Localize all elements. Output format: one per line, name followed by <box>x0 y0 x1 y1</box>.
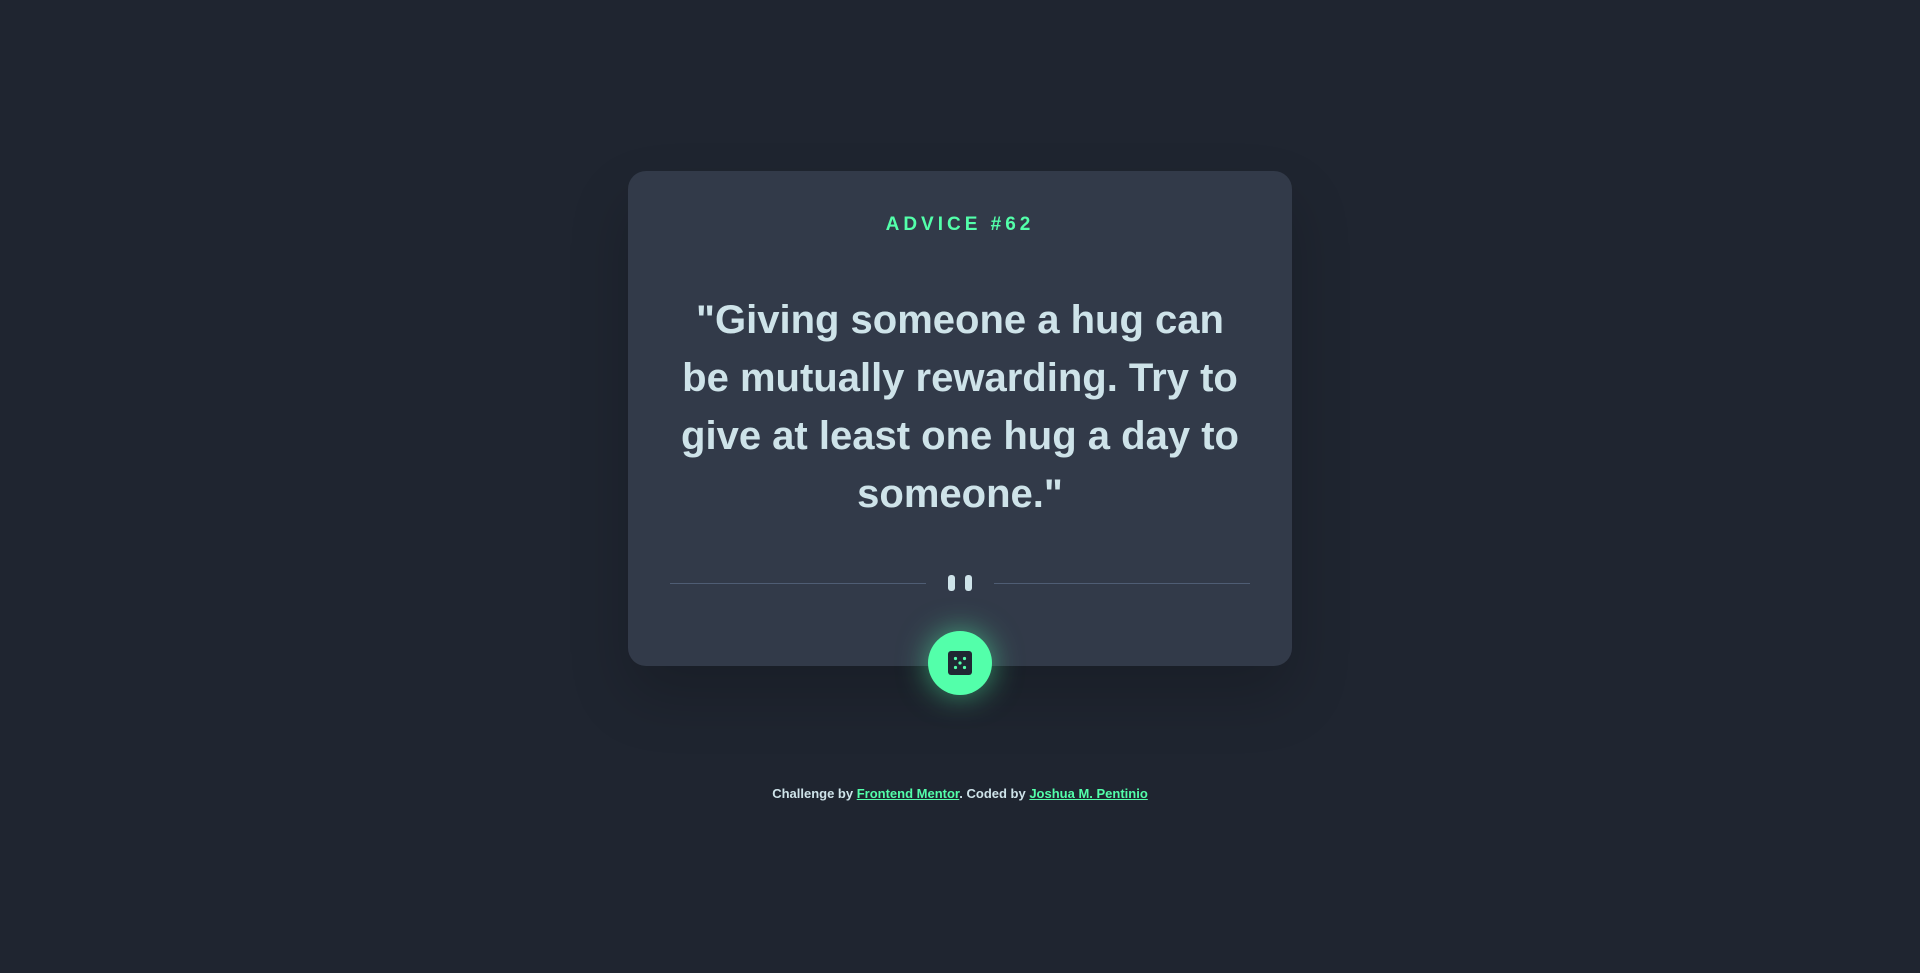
divider <box>670 575 1250 591</box>
new-advice-button[interactable] <box>928 631 992 695</box>
advice-quote: "Giving someone a hug can be mutually re… <box>681 298 1239 516</box>
pause-bar-left <box>948 575 955 591</box>
divider-line-left <box>670 583 926 584</box>
advice-card: ADVICE #62 "Giving someone a hug can be … <box>628 171 1292 666</box>
attribution-prefix: Challenge by <box>772 786 857 801</box>
divider-line-right <box>994 583 1250 584</box>
pause-bar-right <box>965 575 972 591</box>
advice-number: ADVICE #62 <box>885 214 1035 235</box>
author-link[interactable]: Joshua M. Pentinio <box>1029 786 1147 801</box>
attribution: Challenge by Frontend Mentor. Coded by J… <box>0 786 1920 801</box>
attribution-middle: . Coded by <box>959 786 1030 801</box>
dice-icon <box>948 651 972 675</box>
pause-icon <box>946 575 974 591</box>
frontend-mentor-link[interactable]: Frontend Mentor <box>857 786 960 801</box>
